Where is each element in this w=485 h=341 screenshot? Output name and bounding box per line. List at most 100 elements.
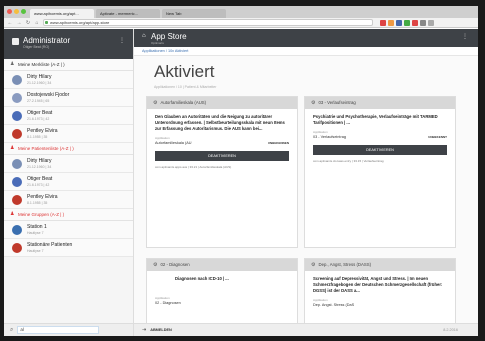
minimize-window-icon[interactable] bbox=[14, 9, 19, 14]
person-date: 8.1.1955 | 35 bbox=[27, 201, 48, 205]
person-name: Otiger Beat bbox=[27, 176, 53, 182]
list-item[interactable]: Pentley Elvira 8.1.1955 | 35 bbox=[4, 191, 133, 209]
card-value: 03 - Verlaufseintrag bbox=[313, 135, 346, 139]
section-title: Meine Merkliste (A-Z | ) bbox=[18, 61, 65, 67]
card-label: Applikation bbox=[155, 136, 170, 140]
maximize-window-icon[interactable] bbox=[21, 9, 26, 14]
section-merkliste[interactable]: ♟ Meine Merkliste (A-Z | ) bbox=[4, 59, 133, 71]
browser-toolbar: ← → ↻ ⌂ www.apihoemis.org/apt/app-store bbox=[4, 18, 478, 28]
reload-icon[interactable]: ↻ bbox=[25, 20, 31, 26]
avatar bbox=[12, 176, 22, 187]
card-value: Autorfamilieskala (AU bbox=[155, 141, 192, 145]
browser-tab-3[interactable]: New Tab bbox=[162, 9, 226, 18]
search-input[interactable]: al bbox=[17, 326, 100, 334]
page-subtitle: Applikationen / 10 | Patient & Mitarbeit… bbox=[154, 85, 217, 89]
card-value: Dep. Angst. Stress (DaS bbox=[313, 303, 355, 307]
person-name: Dirty Hilary bbox=[27, 158, 52, 164]
sidebar-subtitle: Otiger Beat (RO) bbox=[23, 45, 50, 49]
person-name: Pentley Elvira bbox=[27, 194, 58, 200]
sidebar-header: Administrator Otiger Beat (RO) ⋮ bbox=[4, 29, 133, 59]
more-menu-icon[interactable]: ⋮ bbox=[462, 33, 468, 40]
station-icon bbox=[12, 224, 22, 235]
home-icon[interactable]: ⌂ bbox=[34, 20, 40, 26]
window-controls bbox=[7, 9, 26, 14]
people-icon: ♟ bbox=[10, 145, 15, 151]
gear-icon: ⚙ bbox=[311, 100, 316, 106]
card-description: Den Glauben an Autoritäten und die Neigu… bbox=[155, 114, 285, 131]
card-title: 02 - Diagnosen bbox=[160, 262, 190, 267]
section-title: Meine Gruppen (A-Z | ) bbox=[18, 211, 65, 217]
card-header[interactable]: ⚙ 02 - Diagnosen bbox=[147, 259, 297, 271]
person-name: Dostojewski Fjodor bbox=[27, 92, 70, 98]
list-item[interactable]: Dostojewski Fjodor 27.2.1945 | 65 bbox=[4, 89, 133, 107]
browser-tabstrip: www.apihoemis.org/apt... Aptivate - merm… bbox=[4, 6, 478, 18]
person-date: 21.12.1960 | 34 bbox=[27, 165, 52, 169]
app-card: ⚙ Dep., Angst, Stress (DASS) Screening a… bbox=[304, 258, 456, 328]
people-icon: ♟ bbox=[10, 61, 15, 67]
list-item[interactable]: Dirty Hilary 21.12.1960 | 34 bbox=[4, 71, 133, 89]
person-date: 21.6.1973 | 42 bbox=[27, 183, 50, 187]
app-title: App Store bbox=[151, 32, 187, 41]
person-date: 21.12.1960 | 34 bbox=[27, 81, 52, 85]
avatar bbox=[12, 74, 22, 85]
person-date: 8.1.1955 | 35 bbox=[27, 135, 48, 139]
station-icon bbox=[12, 242, 22, 253]
more-menu-icon[interactable]: ⋮ bbox=[119, 37, 125, 44]
extension-icon-1[interactable] bbox=[380, 19, 386, 26]
card-description: Diagnosen nach ICD-10 | ... bbox=[175, 276, 229, 281]
card-description: Screening auf Depressivität, Angst und S… bbox=[313, 276, 443, 293]
group-icon: ♟ bbox=[10, 211, 15, 217]
avatar bbox=[12, 110, 22, 121]
group-sub: Hautlyse 7 bbox=[27, 231, 44, 235]
card-header[interactable]: ⚙ Dep., Angst, Stress (DASS) bbox=[305, 259, 455, 271]
card-footer: com.aptivamis.cis.kass.entry | 33.15 | V… bbox=[313, 159, 384, 163]
url-text: www.apihoemis.org/apt/app-store bbox=[50, 20, 110, 25]
app-card: ⚙ Autorfamilieskala (AUS) Den Glauben an… bbox=[146, 96, 298, 248]
avatar bbox=[12, 158, 22, 169]
main-content: ⌂ App Store Optimaris ⋮ Applikationen / … bbox=[134, 29, 478, 336]
avatar bbox=[12, 128, 22, 139]
person-name: Dirty Hilary bbox=[27, 74, 52, 80]
group-name: Station 1 bbox=[27, 224, 47, 230]
list-item[interactable]: Otiger Beat 21.6.1973 | 42 bbox=[4, 173, 133, 191]
deactivate-button[interactable]: DEAKTIVIEREN bbox=[155, 151, 289, 161]
card-footer: com.aptivamis.apps.aus | 33.21 | Autorfa… bbox=[155, 165, 232, 169]
list-item[interactable]: Pentley Elvira 8.1.1955 | 35 bbox=[4, 125, 133, 143]
section-patientenliste[interactable]: ♟ Meine Patientenliste (A-Z | ) bbox=[4, 143, 133, 155]
user-icon bbox=[12, 38, 19, 45]
group-sub: Hautlyse 7 bbox=[27, 249, 44, 253]
extension-icon-2[interactable] bbox=[388, 19, 394, 26]
deactivate-button[interactable]: DEAKTIVIEREN bbox=[313, 145, 447, 155]
extension-icon-6[interactable] bbox=[420, 19, 426, 26]
extension-icon-4[interactable] bbox=[404, 19, 410, 26]
sidebar-title: Administrator bbox=[23, 36, 71, 45]
forward-icon[interactable]: → bbox=[16, 20, 22, 26]
home-icon[interactable]: ⌂ bbox=[142, 33, 146, 39]
card-header[interactable]: ⚙ Autorfamilieskala (AUS) bbox=[147, 97, 297, 109]
gear-icon: ⚙ bbox=[153, 100, 158, 106]
browser-window: www.apihoemis.org/apt... Aptivate - merm… bbox=[4, 6, 478, 336]
footer-date: 8.2.2016 bbox=[443, 328, 458, 332]
browser-tab-1[interactable]: www.apihoemis.org/apt... bbox=[30, 9, 94, 18]
list-item[interactable]: Station 1 Hautlyse 7 bbox=[4, 221, 133, 239]
app-card: ⚙ 02 - Diagnosen Diagnosen nach ICD-10 |… bbox=[146, 258, 298, 328]
browser-tab-2[interactable]: Aptivate - mermeric... bbox=[96, 9, 160, 18]
person-name: Pentley Elvira bbox=[27, 128, 58, 134]
extension-icon-3[interactable] bbox=[396, 19, 402, 26]
list-item[interactable]: Dirty Hilary 21.12.1960 | 34 bbox=[4, 155, 133, 173]
list-item[interactable]: Otiger Beat 21.6.1973 | 42 bbox=[4, 107, 133, 125]
main-footer: ⇥ ABMELDEN 8.2.2016 bbox=[134, 323, 478, 336]
back-icon[interactable]: ← bbox=[7, 20, 13, 26]
section-gruppen[interactable]: ♟ Meine Gruppen (A-Z | ) bbox=[4, 209, 133, 221]
list-item[interactable]: Stationäre Patienten Hautlyse 7 bbox=[4, 239, 133, 257]
breadcrumb[interactable]: Applikationen / 10x Aktiviert bbox=[134, 47, 478, 56]
logout-button[interactable]: ABMELDEN bbox=[150, 328, 172, 332]
address-bar[interactable]: www.apihoemis.org/apt/app-store bbox=[43, 19, 373, 26]
extension-icon-7[interactable] bbox=[428, 19, 434, 26]
extension-icon-5[interactable] bbox=[412, 19, 418, 26]
card-header[interactable]: ⚙ 03 - Verlaufseintrag bbox=[305, 97, 455, 109]
gear-icon: ⚙ bbox=[153, 262, 158, 268]
card-title: 03 - Verlaufseintrag bbox=[318, 100, 356, 105]
logout-icon[interactable]: ⇥ bbox=[142, 327, 146, 333]
close-window-icon[interactable] bbox=[7, 9, 12, 14]
